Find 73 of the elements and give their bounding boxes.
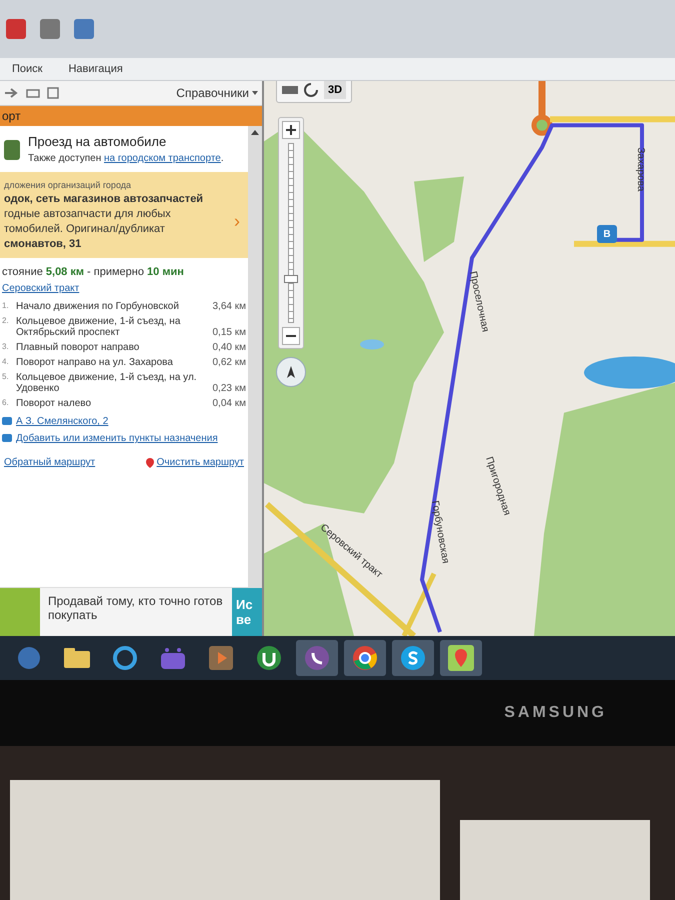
route-summary: стояние 5,08 км - примерно 10 мин (1, 265, 185, 280)
step-distance: 0,15 км (212, 327, 246, 338)
arrow-icon[interactable] (4, 87, 20, 99)
edit-destinations-link[interactable]: Добавить или изменить пункты назначения (16, 433, 218, 444)
orb-icon (17, 646, 41, 670)
globe-icon (113, 646, 137, 670)
menu-item[interactable]: Поиск (12, 63, 42, 75)
step-distance: 0,40 км (212, 342, 246, 353)
ad-text: томобилей. Оригинал/дубликат (4, 223, 166, 235)
step-number: 3. (2, 342, 10, 351)
zoom-out-button[interactable] (282, 327, 300, 345)
banner-logo (0, 588, 40, 636)
step-number: 5. (2, 372, 10, 381)
street-label: Горбуновская (429, 500, 451, 564)
step-text: Поворот налево (16, 398, 92, 409)
scrollbar[interactable] (248, 126, 262, 587)
ad-title: одок, сеть магазинов автозапчастей (4, 193, 204, 205)
taskbar-button[interactable] (344, 640, 386, 676)
minus-icon (286, 335, 296, 337)
traffic-icon[interactable] (304, 83, 318, 97)
route-end-marker: B (597, 225, 617, 243)
route-mode-title: Проезд на автомобиле (28, 134, 168, 149)
step-distance: 0,62 км (212, 357, 246, 368)
caret-icon (252, 91, 258, 95)
print-icon[interactable] (26, 87, 40, 99)
transport-note: Также доступен на городском транспорте. (28, 153, 224, 164)
menu-item[interactable]: Навигация (68, 63, 123, 75)
step-text: Кольцевое движение, 1-й съезд, на ул. Удовенко (16, 372, 198, 394)
flag-icon (2, 416, 12, 426)
step-text: Начало движения по Горбуновской (16, 301, 180, 312)
step-text: Плавный поворот направо (16, 342, 140, 353)
zoom-slider-thumb[interactable] (284, 274, 298, 282)
play-icon (209, 646, 233, 670)
media-icon (161, 647, 185, 669)
road (538, 81, 546, 118)
via-link[interactable]: Серовский тракт (2, 283, 80, 294)
step-text: Кольцевое движение, 1-й съезд, на Октябрьский проспект (16, 316, 182, 338)
ad-text: годные автозапчасти для любых (4, 208, 172, 220)
ad-caption: дложения организаций города (4, 180, 132, 190)
frame-icon[interactable] (46, 86, 60, 100)
panel-header: орт (0, 106, 262, 126)
street-label: Захарова (635, 147, 646, 192)
step-text: Поворот направо на ул. Захарова (16, 357, 174, 368)
step-distance: 0,23 км (212, 383, 246, 394)
roundabout (532, 114, 552, 136)
banner-text: Продавай тому, кто точно готов покупать (47, 593, 224, 624)
lake (360, 339, 384, 350)
folder-icon (64, 648, 90, 668)
pin-icon (146, 458, 154, 468)
step-number: 4. (2, 357, 10, 366)
step-distance: 3,64 км (212, 301, 246, 312)
step-number: 1. (2, 301, 10, 310)
chrome-icon (352, 645, 378, 671)
skype-icon (400, 645, 426, 671)
map-pin-icon (448, 645, 474, 671)
torrent-icon (256, 645, 282, 671)
scroll-up-icon[interactable] (251, 130, 259, 135)
zoom-in-button[interactable] (282, 121, 300, 139)
monitor-brand: SAMSUNG (504, 704, 607, 722)
destination-link[interactable]: А З. Смелянского, 2 (16, 416, 108, 427)
phone-icon (304, 645, 330, 671)
directory-menu[interactable]: Справочники (176, 86, 258, 100)
clear-route-link[interactable]: Очистить маршрут (156, 457, 244, 468)
compass-arrow-icon (287, 366, 295, 378)
taskbar-button[interactable] (296, 640, 338, 676)
step-distance: 0,04 км (212, 398, 246, 409)
step-number: 6. (2, 398, 10, 407)
step-number: 2. (2, 316, 10, 325)
transport-link[interactable]: на городском транспорте (104, 153, 221, 164)
ad-address: смонавтов, 31 (4, 238, 82, 250)
reverse-route-link[interactable]: Обратный маршрут (4, 457, 96, 468)
3d-button[interactable]: 3D (324, 81, 346, 99)
taskbar-button[interactable] (392, 640, 434, 676)
